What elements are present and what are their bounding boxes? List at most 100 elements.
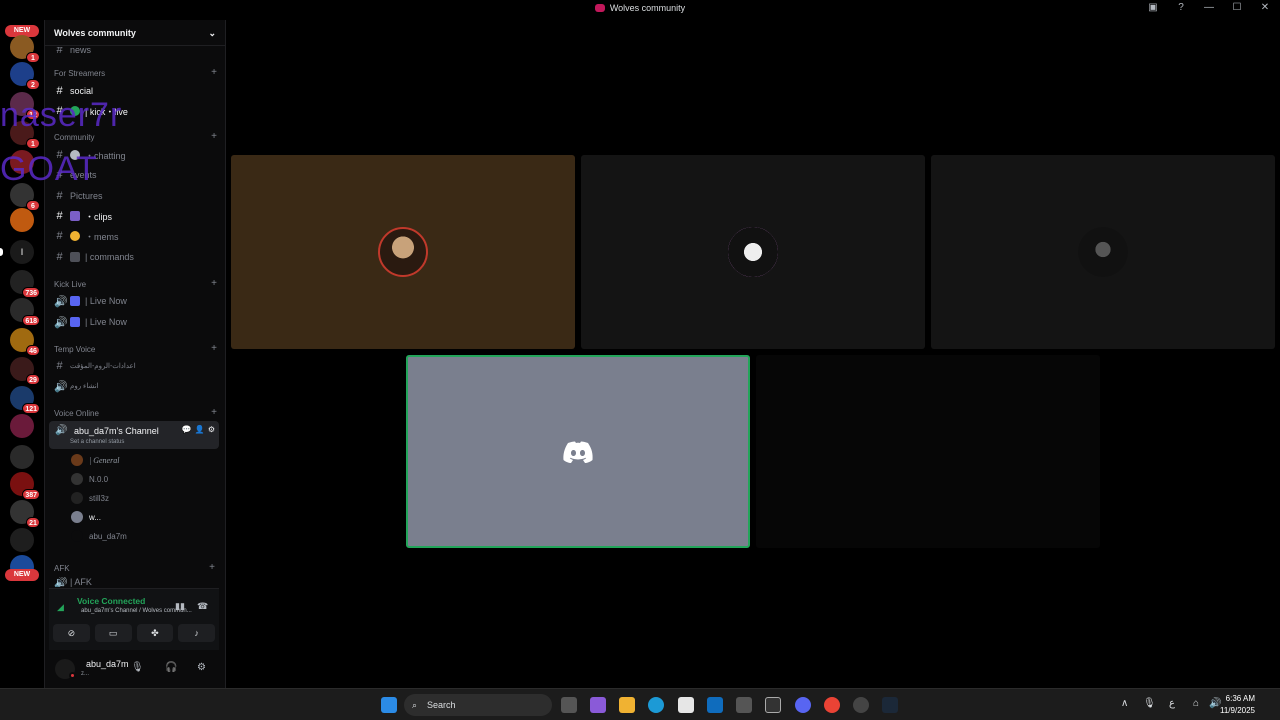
gear-icon[interactable]: ⚙: [197, 662, 206, 673]
channel-status[interactable]: Set a channel status: [70, 439, 124, 445]
soundboard-button[interactable]: ♪: [178, 624, 215, 642]
clock[interactable]: 6:36 AM 11/9/2025: [1220, 693, 1255, 717]
gear-icon[interactable]: ⚙: [208, 425, 215, 434]
add-channel-icon[interactable]: +: [211, 344, 217, 354]
server-icon[interactable]: 1: [10, 121, 40, 149]
disconnect-icon[interactable]: ☎: [197, 601, 208, 612]
screen-share-button[interactable]: ▭: [94, 624, 132, 642]
windows-start-icon[interactable]: [381, 697, 397, 713]
category-community[interactable]: Community +: [54, 132, 217, 143]
add-user-icon[interactable]: 👤: [195, 425, 205, 434]
edge-icon[interactable]: [648, 697, 664, 713]
server-icon[interactable]: 1: [10, 35, 40, 63]
chat-icon[interactable]: 💬: [182, 425, 192, 434]
username[interactable]: abu_da7m: [86, 659, 129, 669]
minimize-button[interactable]: —: [1202, 2, 1216, 13]
voice-member[interactable]: | General: [71, 453, 119, 467]
voice-channel-afk[interactable]: 🔊 | AFK: [54, 577, 219, 587]
signal-icon[interactable]: ◢: [57, 602, 64, 613]
network-icon[interactable]: ⌂: [1193, 698, 1199, 709]
server-icon[interactable]: 618: [10, 298, 40, 326]
participant-tile[interactable]: [931, 155, 1275, 349]
server-icon[interactable]: 21: [10, 500, 40, 528]
taskbar-search[interactable]: ⌕ Search: [404, 694, 552, 716]
voice-member[interactable]: N.0.0: [71, 472, 108, 486]
discord-logo-icon: [563, 441, 593, 463]
new-badge: NEW: [5, 569, 39, 581]
server-icon[interactable]: 29: [10, 357, 40, 385]
channel-kick[interactable]: # | kick・live: [54, 102, 221, 120]
maximize-button[interactable]: ☐: [1230, 2, 1244, 13]
participant-tile[interactable]: [231, 155, 575, 349]
add-channel-icon[interactable]: +: [211, 408, 217, 418]
add-channel-icon[interactable]: +: [211, 132, 217, 142]
steam-icon[interactable]: [882, 697, 898, 713]
copilot-icon[interactable]: [590, 697, 606, 713]
channel-clips[interactable]: # ・clips: [54, 207, 221, 225]
store-icon[interactable]: [678, 697, 694, 713]
language-indicator[interactable]: ع: [1169, 698, 1175, 709]
participant-tile[interactable]: [581, 155, 925, 349]
task-view-icon[interactable]: [561, 697, 577, 713]
server-icon[interactable]: 46: [10, 328, 40, 356]
server-icon[interactable]: [10, 150, 34, 174]
microphone-icon[interactable]: 🎙: [131, 662, 144, 673]
headphones-icon[interactable]: 🎧: [165, 662, 177, 673]
category-kick-live[interactable]: Kick Live +: [54, 279, 217, 290]
participant-tile-speaking[interactable]: [406, 355, 750, 548]
help-icon[interactable]: ?: [1174, 2, 1188, 13]
voice-connected-label[interactable]: Voice Connected: [77, 596, 145, 606]
category-afk[interactable]: AFK +: [54, 563, 215, 574]
channel-commands[interactable]: # | commands: [54, 248, 221, 266]
channel-mems[interactable]: # ・mems: [54, 227, 221, 245]
voice-channel-create-room[interactable]: 🔊 انشاء روم: [54, 377, 221, 395]
avatar[interactable]: [55, 659, 76, 679]
channel-pictures[interactable]: # Pictures: [54, 187, 221, 205]
activities-button[interactable]: ✤: [136, 624, 174, 642]
app-icon[interactable]: [736, 697, 752, 713]
voice-member[interactable]: still3z: [71, 491, 109, 505]
voice-channel-live-now[interactable]: 🔊 | Live Now: [54, 313, 221, 331]
add-channel-icon[interactable]: +: [209, 563, 215, 573]
chevron-up-icon[interactable]: ∧: [1121, 698, 1128, 709]
close-button[interactable]: ✕: [1258, 2, 1272, 13]
voice-member[interactable]: w...: [71, 510, 101, 524]
voice-member[interactable]: abu_da7m: [71, 529, 127, 543]
category-streamers[interactable]: For Streamers +: [54, 68, 217, 79]
server-icon[interactable]: 387: [10, 472, 40, 500]
noise-suppression-icon[interactable]: ▮▮: [175, 601, 185, 612]
add-channel-icon[interactable]: +: [211, 279, 217, 289]
channel-social[interactable]: # social: [54, 82, 221, 100]
camera-button[interactable]: ⊘: [53, 624, 90, 642]
user-panel: abu_da7m z... 🎙 🎧 ⚙: [45, 650, 225, 688]
inbox-icon[interactable]: ▣: [1146, 2, 1160, 13]
outlook-icon[interactable]: [707, 697, 723, 713]
guild-header[interactable]: Wolves community ⌄: [45, 20, 225, 46]
server-icon[interactable]: [10, 208, 34, 232]
channel-temp-settings[interactable]: # اعدادات-الروم-المؤقت: [54, 357, 221, 375]
chrome-icon[interactable]: [824, 697, 840, 713]
category-voice-online[interactable]: Voice Online +: [54, 408, 217, 419]
discord-taskbar-icon[interactable]: [795, 697, 811, 713]
channel-news[interactable]: # news: [54, 47, 221, 59]
channel-events[interactable]: # events: [54, 166, 221, 184]
server-icon[interactable]: 6: [10, 183, 40, 211]
server-icon[interactable]: 2: [10, 62, 40, 90]
server-icon[interactable]: [10, 445, 34, 469]
app-icon[interactable]: [853, 697, 869, 713]
channel-chatting[interactable]: # ・chatting: [54, 146, 221, 164]
server-icon[interactable]: 121: [10, 386, 40, 414]
server-icon[interactable]: [10, 414, 34, 438]
voice-channel-live-now[interactable]: 🔊 | Live Now: [54, 292, 221, 310]
server-icon[interactable]: [10, 528, 34, 552]
file-explorer-icon[interactable]: [619, 697, 635, 713]
server-icon[interactable]: I: [10, 240, 34, 264]
add-channel-icon[interactable]: +: [211, 68, 217, 78]
app-icon[interactable]: [765, 697, 781, 713]
participant-tile[interactable]: [756, 355, 1100, 548]
active-voice-channel[interactable]: 🔊 abu_da7m's Channel Set a channel statu…: [49, 421, 219, 449]
microphone-icon[interactable]: 🎙: [1143, 698, 1156, 709]
server-icon[interactable]: 12: [10, 92, 40, 120]
server-icon[interactable]: 736: [10, 270, 40, 298]
category-temp-voice[interactable]: Temp Voice +: [54, 344, 217, 355]
